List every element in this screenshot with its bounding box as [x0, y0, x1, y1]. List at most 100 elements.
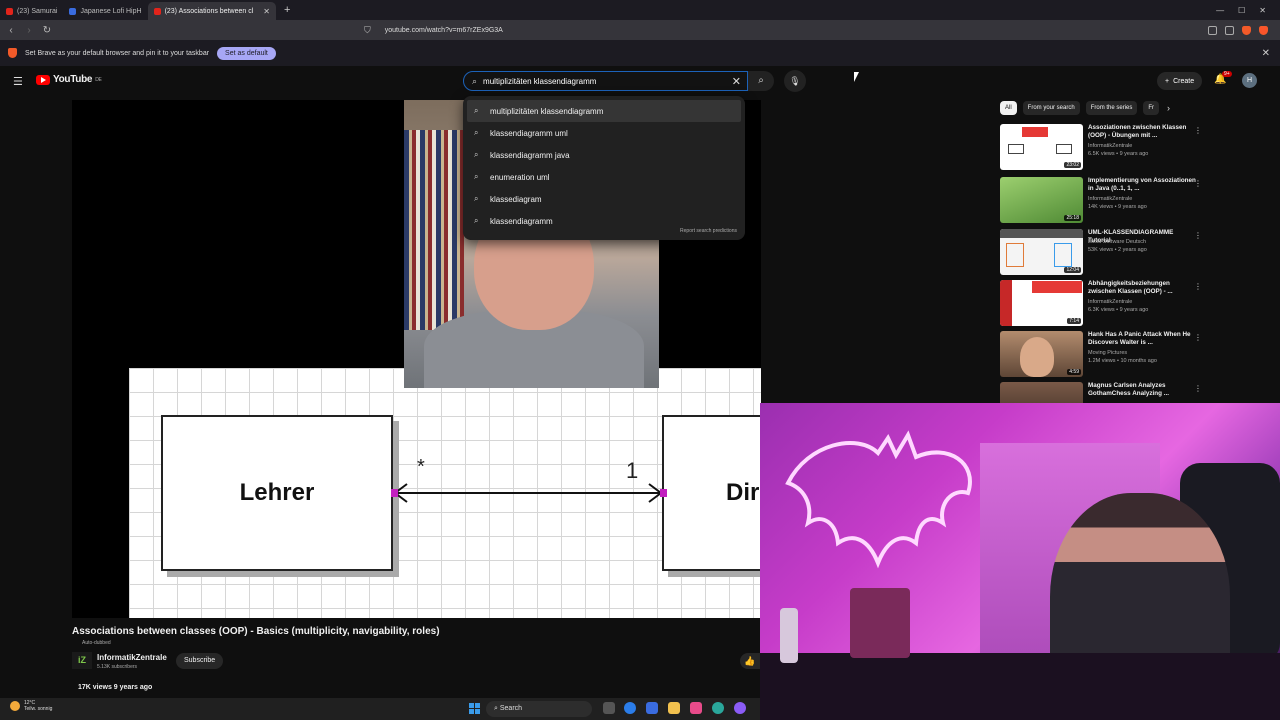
maximize-icon[interactable]: ☐: [1238, 6, 1245, 15]
recommendation-item[interactable]: Magnus Carlsen Analyzes GothamChess Anal…: [1000, 382, 1200, 404]
suggestion-item[interactable]: ⌕ klassendiagramm uml: [463, 122, 745, 144]
reload-icon[interactable]: ↻: [40, 25, 54, 36]
voice-search-icon[interactable]: 🎙: [784, 70, 806, 92]
video-thumbnail[interactable]: [1000, 382, 1083, 404]
url-field[interactable]: youtube.com/watch?v=m67rZEx9G3A: [385, 27, 503, 34]
rec-title[interactable]: Abhängigkeitsbeziehungen zwischen Klasse…: [1088, 280, 1196, 296]
more-options-icon[interactable]: ⋮: [1194, 384, 1200, 393]
search-button[interactable]: ⌕: [748, 71, 774, 91]
forward-icon[interactable]: ›: [22, 25, 36, 36]
close-infobar-icon[interactable]: ✕: [1262, 48, 1270, 59]
rec-title[interactable]: Hank Has A Panic Attack When He Discover…: [1088, 331, 1196, 347]
tab-associations[interactable]: (23) Associations between cl ✕: [147, 2, 276, 20]
rec-meta: 6.3K views • 9 years ago: [1088, 307, 1149, 313]
create-button[interactable]: + Create: [1157, 72, 1203, 90]
suggestion-label: klassediagram: [490, 194, 542, 204]
chevron-right-icon[interactable]: ›: [1167, 103, 1170, 113]
create-label: Create: [1173, 77, 1195, 85]
search-value[interactable]: multiplizitäten klassendiagramm: [483, 77, 596, 86]
browser-tab-bar: (23) Samurai Japanese Lofi HipH (23) Ass…: [0, 0, 1280, 20]
new-tab-button[interactable]: +: [276, 4, 298, 16]
logo-region: DE: [95, 76, 102, 83]
more-options-icon[interactable]: ⋮: [1194, 179, 1202, 188]
thumb-badge: [1032, 281, 1082, 293]
share-icon[interactable]: [1225, 25, 1234, 35]
video-thumbnail[interactable]: 4:59: [1000, 331, 1083, 377]
recommendation-item[interactable]: 12:04 UML-KLASSENDIAGRAMME Tutorial Luci…: [1000, 229, 1202, 277]
tab-favicon-icon: [69, 7, 77, 15]
search-icon: ⌕: [472, 75, 478, 86]
chip-from-search[interactable]: From your search: [1022, 101, 1080, 115]
suggestion-item[interactable]: ⌕ klassediagram: [463, 188, 745, 210]
search-icon: ⌕: [474, 106, 479, 115]
chip-all[interactable]: All: [1000, 101, 1017, 115]
rec-title[interactable]: Implementierung von Assoziationen in Jav…: [1088, 177, 1196, 193]
chip-more[interactable]: Fr: [1143, 101, 1160, 115]
subscribe-button[interactable]: Subscribe: [176, 653, 224, 669]
clear-search-icon[interactable]: ✕: [732, 75, 741, 88]
video-thumbnail[interactable]: 7:14: [1000, 280, 1083, 326]
bookmark-icon[interactable]: ⛉: [364, 25, 371, 36]
mouse-cursor-icon: [854, 72, 859, 82]
back-icon[interactable]: ‹: [4, 25, 18, 36]
discord-icon[interactable]: [734, 702, 746, 714]
more-options-icon[interactable]: ⋮: [1194, 282, 1202, 291]
sidebar-chips: All From your search From the series Fr …: [1000, 101, 1170, 115]
windows-start-icon[interactable]: [469, 703, 480, 714]
brave-rewards-icon[interactable]: [1259, 25, 1268, 35]
thumb-badge: [1022, 127, 1048, 137]
search-input[interactable]: ⌕ multiplizitäten klassendiagramm ✕: [463, 71, 748, 91]
cast-icon[interactable]: [1208, 25, 1217, 35]
tab-label: (23) Samurai: [17, 7, 58, 15]
video-thumbnail[interactable]: 23:02: [1000, 124, 1083, 170]
set-default-button[interactable]: Set as default: [217, 46, 276, 60]
minimize-icon[interactable]: —: [1216, 6, 1224, 15]
channel-name[interactable]: InformatikZentrale: [97, 653, 167, 662]
suggestion-item[interactable]: ⌕ enumeration uml: [463, 166, 745, 188]
more-options-icon[interactable]: ⋮: [1194, 126, 1202, 135]
menu-icon[interactable]: ☰: [13, 75, 23, 88]
channel-avatar[interactable]: iZ: [72, 652, 92, 669]
suggestion-item[interactable]: ⌕ klassendiagramm java: [463, 144, 745, 166]
duration-badge: 4:59: [1067, 369, 1081, 375]
avatar[interactable]: H: [1242, 73, 1257, 88]
youtube-logo[interactable]: YouTube DE: [36, 74, 102, 85]
chip-from-series[interactable]: From the series: [1085, 101, 1138, 115]
edge-icon[interactable]: [712, 702, 724, 714]
thumb-face: [1020, 337, 1054, 377]
rec-title[interactable]: Assoziationen zwischen Klassen (OOP) - Ü…: [1088, 124, 1196, 140]
recommendation-item[interactable]: 25:18 Implementierung von Assoziationen …: [1000, 177, 1202, 225]
video-thumbnail[interactable]: 25:18: [1000, 177, 1083, 223]
recommendation-item[interactable]: 7:14 Abhängigkeitsbeziehungen zwischen K…: [1000, 280, 1202, 328]
rec-channel[interactable]: Lucid Software Deutsch: [1088, 239, 1146, 245]
tab-samurai[interactable]: (23) Samurai: [0, 2, 63, 20]
file-explorer-icon[interactable]: [668, 702, 680, 714]
rec-channel[interactable]: InformatikZentrale: [1088, 299, 1132, 305]
report-predictions-link[interactable]: Report search predictions: [680, 228, 737, 234]
video-thumbnail[interactable]: 12:04: [1000, 229, 1083, 275]
task-view-icon[interactable]: [603, 702, 615, 714]
infobar-message: Set Brave as your default browser and pi…: [25, 49, 210, 57]
recommendation-item[interactable]: 4:59 Hank Has A Panic Attack When He Dis…: [1000, 331, 1202, 379]
more-options-icon[interactable]: ⋮: [1194, 231, 1202, 240]
rec-title[interactable]: Magnus Carlsen Analyzes GothamChess Anal…: [1088, 382, 1196, 398]
uml-class-right: Dir: [662, 415, 761, 571]
tab-lofi[interactable]: Japanese Lofi HipH: [63, 2, 147, 20]
suggestion-item[interactable]: ⌕ multiplizitäten klassendiagramm: [467, 100, 741, 122]
rec-channel[interactable]: InformatikZentrale: [1088, 196, 1132, 202]
more-options-icon[interactable]: ⋮: [1194, 333, 1202, 342]
photos-icon[interactable]: [690, 702, 702, 714]
recommendation-item[interactable]: 23:02 Assoziationen zwischen Klassen (OO…: [1000, 124, 1202, 172]
taskbar-search[interactable]: ⌕ Search: [486, 701, 592, 717]
close-tab-icon[interactable]: ✕: [263, 7, 270, 16]
chrome-icon[interactable]: [624, 702, 636, 714]
store-icon[interactable]: [646, 702, 658, 714]
rec-channel[interactable]: InformatikZentrale: [1088, 143, 1132, 149]
like-icon[interactable]: 👍: [740, 653, 760, 669]
close-window-icon[interactable]: ✕: [1259, 6, 1266, 15]
suggestion-label: klassendiagramm uml: [490, 128, 568, 138]
weather-widget[interactable]: 12°C Teilw. sonnig: [10, 700, 52, 712]
brave-shields-icon[interactable]: [1242, 25, 1251, 35]
rec-channel[interactable]: Moving Pictures: [1088, 350, 1127, 356]
uml-slide: Lehrer Dir * 1: [129, 368, 761, 618]
